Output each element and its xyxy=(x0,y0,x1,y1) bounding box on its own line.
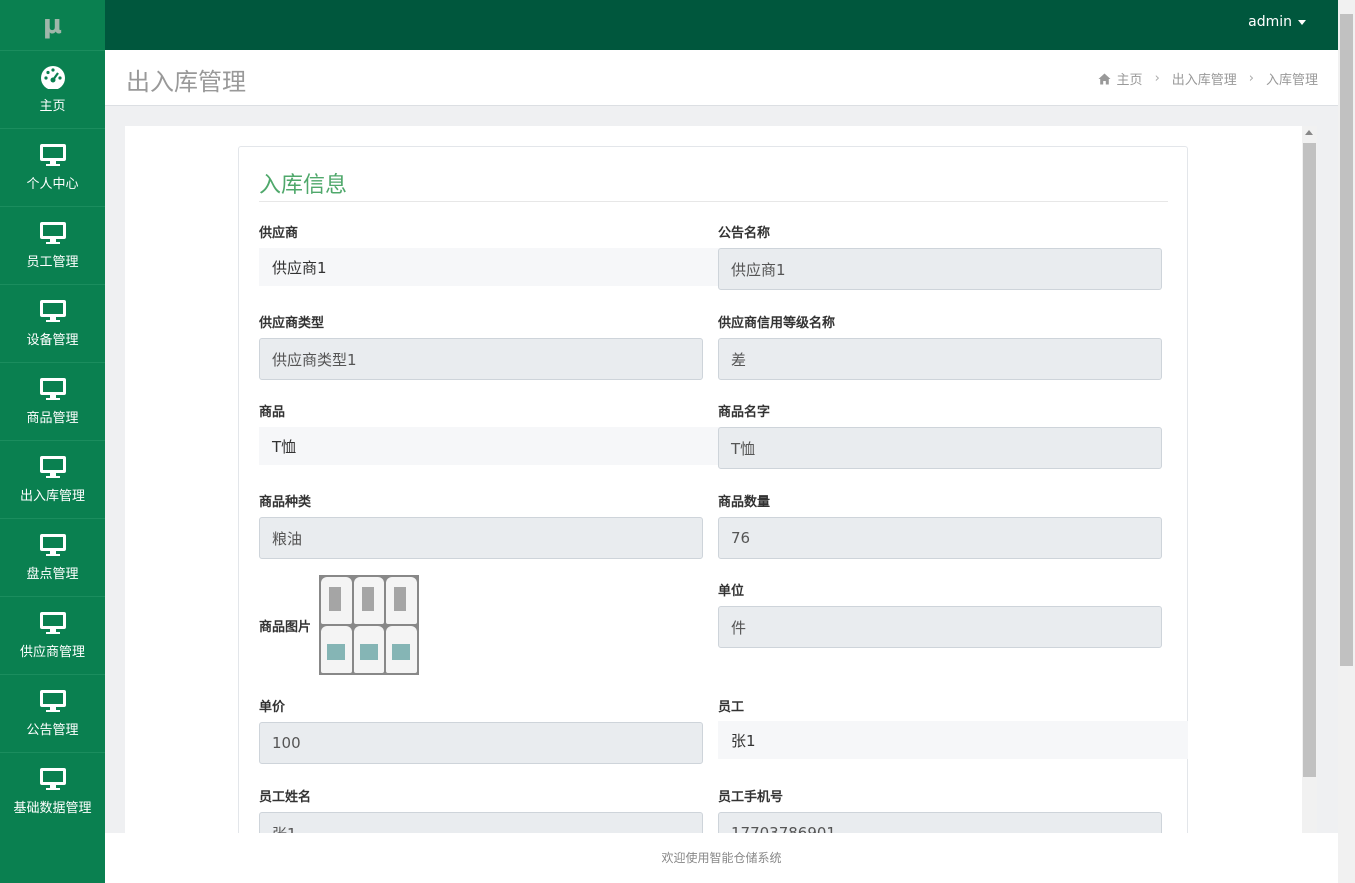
notice-name-label: 公告名称 xyxy=(718,226,771,241)
breadcrumb-inout[interactable]: 出入库管理 xyxy=(1172,69,1237,88)
sidebar-item-inventory[interactable]: 盘点管理 xyxy=(0,518,105,596)
goods-quantity-field[interactable]: 76 xyxy=(718,517,1162,559)
unit-price-field[interactable]: 100 xyxy=(259,722,703,764)
user-menu[interactable]: admin xyxy=(1248,14,1306,30)
page-title: 出入库管理 xyxy=(126,68,246,96)
goods-name-field[interactable]: T恤 xyxy=(718,427,1162,469)
monitor-icon xyxy=(39,144,66,166)
caret-down-icon xyxy=(1298,19,1306,25)
sidebar-item-label: 员工管理 xyxy=(26,255,79,270)
sidebar-item-goods[interactable]: 商品管理 xyxy=(0,362,105,440)
home-icon xyxy=(1098,73,1111,84)
supplier-label: 供应商 xyxy=(259,226,299,241)
employee-phone-label: 员工手机号 xyxy=(718,790,784,805)
sidebar-item-notice[interactable]: 公告管理 xyxy=(0,674,105,752)
employee-name-label: 员工姓名 xyxy=(259,790,312,805)
page-header: 出入库管理 主页 › 出入库管理 › 入库管理 xyxy=(105,50,1338,106)
supplier-type-label: 供应商类型 xyxy=(259,316,325,331)
sidebar-item-label: 设备管理 xyxy=(26,333,79,348)
tshirt-thumbnail xyxy=(386,577,417,624)
footer: 欢迎使用智能仓储系统 xyxy=(105,833,1338,883)
goods-name-label: 商品名字 xyxy=(718,405,771,420)
tshirt-thumbnail xyxy=(321,626,352,673)
goods-select[interactable]: T恤 xyxy=(259,427,723,465)
employee-label: 员工 xyxy=(718,700,745,715)
tshirt-thumbnail xyxy=(353,626,385,673)
sidebar-item-label: 个人中心 xyxy=(26,177,79,192)
sidebar-item-basedata[interactable]: 基础数据管理 xyxy=(0,752,105,830)
content-scrollbar[interactable] xyxy=(1302,126,1317,833)
dashboard-icon xyxy=(40,66,65,89)
goods-category-label: 商品种类 xyxy=(259,495,312,510)
monitor-icon xyxy=(39,300,66,322)
monitor-icon xyxy=(39,534,66,556)
sidebar-item-equipment[interactable]: 设备管理 xyxy=(0,284,105,362)
sidebar-item-home[interactable]: 主页 xyxy=(0,50,105,128)
unit-label: 单位 xyxy=(718,584,745,599)
monitor-icon xyxy=(39,378,66,400)
scroll-up-arrow-icon[interactable] xyxy=(1305,130,1313,135)
breadcrumb-home[interactable]: 主页 xyxy=(1117,69,1143,88)
sidebar: μ 主页 个人中心 员工管理 设备管理 商品管理 出入库管理 盘点管理 供应商管… xyxy=(0,0,105,883)
sidebar-item-profile[interactable]: 个人中心 xyxy=(0,128,105,206)
tshirt-thumbnail xyxy=(353,577,385,624)
breadcrumb: 主页 › 出入库管理 › 入库管理 xyxy=(1098,69,1318,88)
unit-price-label: 单价 xyxy=(259,700,286,715)
supplier-select[interactable]: 供应商1 xyxy=(259,248,723,286)
form-title: 入库信息 xyxy=(259,173,348,198)
monitor-icon xyxy=(39,690,66,712)
tshirt-thumbnail xyxy=(321,577,352,624)
sidebar-item-label: 出入库管理 xyxy=(19,489,85,504)
sidebar-item-label: 供应商管理 xyxy=(19,645,85,660)
goods-category-field[interactable]: 粮油 xyxy=(259,517,703,559)
monitor-icon xyxy=(39,456,66,478)
top-bar: admin xyxy=(105,0,1338,50)
sidebar-item-employee[interactable]: 员工管理 xyxy=(0,206,105,284)
employee-phone-field[interactable]: 17703786901 xyxy=(718,812,1162,833)
breadcrumb-separator: › xyxy=(1154,71,1160,86)
sidebar-item-inout[interactable]: 出入库管理 xyxy=(0,440,105,518)
monitor-icon xyxy=(39,222,66,244)
notice-name-field[interactable]: 供应商1 xyxy=(718,248,1162,290)
content-panel: 入库信息 供应商 供应商1 公告名称 供应商1 供应商类型 供应商类型1 供应商… xyxy=(125,126,1302,833)
sidebar-item-label: 公告管理 xyxy=(26,723,79,738)
window-scrollbar[interactable] xyxy=(1338,0,1355,883)
sidebar-item-label: 主页 xyxy=(39,99,66,114)
tshirt-thumbnail xyxy=(386,626,417,673)
monitor-icon xyxy=(39,768,66,790)
unit-field[interactable]: 件 xyxy=(718,606,1162,648)
credit-level-label: 供应商信用等级名称 xyxy=(718,316,836,331)
supplier-type-field[interactable]: 供应商类型1 xyxy=(259,338,703,380)
form-card: 入库信息 供应商 供应商1 公告名称 供应商1 供应商类型 供应商类型1 供应商… xyxy=(238,146,1188,833)
sidebar-item-label: 商品管理 xyxy=(26,411,79,426)
monitor-icon xyxy=(39,612,66,634)
goods-label: 商品 xyxy=(259,405,286,420)
window-scrollbar-thumb[interactable] xyxy=(1340,14,1353,666)
username: admin xyxy=(1248,14,1292,30)
logo: μ xyxy=(42,10,63,40)
breadcrumb-separator: › xyxy=(1248,71,1254,86)
sidebar-item-label: 盘点管理 xyxy=(26,567,79,582)
goods-image-label: 商品图片 xyxy=(259,620,312,635)
credit-level-field[interactable]: 差 xyxy=(718,338,1162,380)
scrollbar-thumb[interactable] xyxy=(1303,143,1316,777)
breadcrumb-current: 入库管理 xyxy=(1265,73,1318,88)
employee-name-field[interactable]: 张1 xyxy=(259,812,703,833)
divider xyxy=(259,201,1168,202)
employee-select[interactable]: 张1 xyxy=(718,721,1188,759)
sidebar-item-supplier[interactable]: 供应商管理 xyxy=(0,596,105,674)
goods-image[interactable] xyxy=(319,575,419,675)
sidebar-item-label: 基础数据管理 xyxy=(13,801,92,816)
goods-quantity-label: 商品数量 xyxy=(718,495,771,510)
